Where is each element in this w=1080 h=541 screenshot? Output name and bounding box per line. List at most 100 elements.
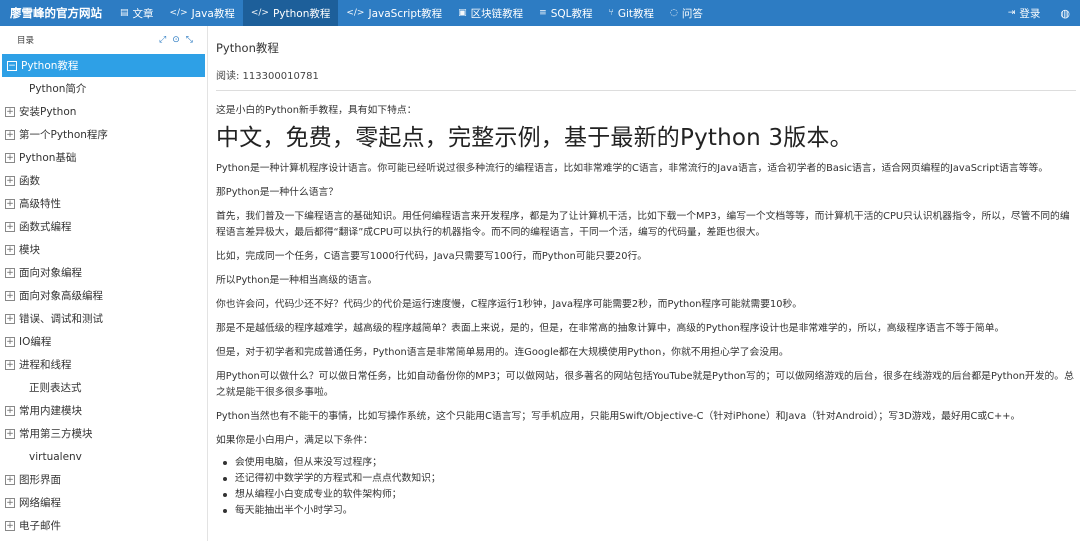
- sidebar-item-label: 常用内建模块: [19, 405, 82, 417]
- expand-toggle-icon[interactable]: +: [5, 106, 15, 117]
- expand-toggle-icon[interactable]: +: [5, 428, 15, 439]
- nav-item-label: 区块链教程: [470, 7, 524, 20]
- list-item: 想从编程小白变成专业的软件架构师；: [216, 487, 1076, 503]
- git-icon: ⑂: [608, 8, 614, 18]
- collapse-toggle-icon[interactable]: −: [7, 60, 17, 71]
- login-label: 登录: [1019, 7, 1041, 20]
- sidebar-item-label: 正则表达式: [29, 382, 82, 394]
- nav-item-label: 问答: [681, 7, 703, 20]
- paragraph: 但是，对于初学者和完成普通任务，Python语言是非常简单易用的。连Google…: [216, 347, 789, 358]
- sidebar-item[interactable]: + 安装Python: [0, 100, 207, 123]
- database-icon: ≡: [539, 8, 547, 18]
- nav-item-3[interactable]: </> JavaScript教程: [338, 0, 450, 26]
- nav-item-label: SQL教程: [550, 7, 593, 20]
- expand-icon[interactable]: ⤢: [159, 35, 166, 45]
- expand-toggle-icon[interactable]: +: [5, 244, 15, 255]
- sidebar-item[interactable]: + 函数: [0, 169, 207, 192]
- sidebar-item-label: IO编程: [19, 336, 52, 348]
- expand-toggle-icon[interactable]: +: [5, 198, 15, 209]
- paragraph: 那Python是一种什么语言？: [216, 187, 339, 198]
- paragraph: 如果你是小白用户，满足以下条件：: [216, 435, 373, 446]
- expand-toggle-icon[interactable]: +: [5, 336, 15, 347]
- sidebar-item-label: 图形界面: [19, 474, 61, 486]
- sidebar-item-label: 进程和线程: [19, 359, 72, 371]
- sidebar-item-label: 高级特性: [19, 198, 61, 210]
- article-body: Python是一种计算机程序设计语言。你可能已经听说过很多种流行的编程语言，比如…: [216, 161, 1076, 449]
- expand-toggle-icon[interactable]: +: [5, 175, 15, 186]
- code-icon: </>: [169, 8, 188, 18]
- expand-toggle-icon[interactable]: +: [5, 267, 15, 278]
- sidebar-item[interactable]: + IO编程: [0, 330, 207, 353]
- sidebar-item[interactable]: + 错误、调试和测试: [0, 307, 207, 330]
- sidebar-item[interactable]: + 进程和线程: [0, 353, 207, 376]
- sidebar-item-label: 常用第三方模块: [19, 428, 93, 440]
- nav-item-4[interactable]: ▣ 区块链教程: [450, 0, 531, 26]
- expand-toggle-icon[interactable]: +: [5, 221, 15, 232]
- code-icon: </>: [250, 8, 269, 18]
- sidebar-item[interactable]: + 面向对象高级编程: [0, 284, 207, 307]
- blockchain-icon: ▣: [458, 8, 467, 18]
- chat-icon: ◌: [670, 8, 678, 18]
- sidebar-item[interactable]: + 常用内建模块: [0, 399, 207, 422]
- paragraph: 你也许会问，代码少还不好？代码少的代价是运行速度慢，C程序运行1秒钟，Java程…: [216, 299, 803, 310]
- sidebar-item-label: Python教程: [21, 60, 79, 72]
- login-button[interactable]: ⇥ 登录: [998, 0, 1051, 26]
- sidebar: 目录 ⤢ ⊙ ⤡ − Python教程 Python简介 + 安装Python + 第一个P…: [0, 26, 208, 541]
- list-item: 会使用电脑，但从来没写过程序；: [216, 455, 1076, 471]
- expand-toggle-icon[interactable]: +: [5, 497, 15, 508]
- sidebar-item-label: 电子邮件: [19, 520, 61, 532]
- sidebar-item[interactable]: − Python教程: [2, 54, 205, 77]
- sidebar-item-label: Python基础: [19, 152, 77, 164]
- sidebar-tree: − Python教程 Python简介 + 安装Python + 第一个Python程序 + P…: [0, 54, 207, 537]
- sidebar-item[interactable]: + 电子邮件: [0, 514, 207, 537]
- expand-toggle-icon[interactable]: +: [5, 405, 15, 416]
- collapse-icon[interactable]: ⤡: [186, 35, 193, 45]
- nav-item-1[interactable]: </> Java教程: [162, 0, 243, 26]
- locate-icon[interactable]: ⊙: [172, 35, 180, 45]
- expand-toggle-icon[interactable]: +: [5, 290, 15, 301]
- main-content: Python教程 阅读: 113300010781 这是小白的Python新手教…: [216, 26, 1076, 541]
- paragraph: 用Python可以做什么？可以做日常任务，比如自动备份你的MP3；可以做网站，很…: [216, 371, 1074, 398]
- list-item: 还记得初中数学学的方程式和一点点代数知识；: [216, 471, 1076, 487]
- sidebar-item[interactable]: + 函数式编程: [0, 215, 207, 238]
- nav-item-5[interactable]: ≡ SQL教程: [531, 0, 600, 26]
- sidebar-item[interactable]: + 常用第三方模块: [0, 422, 207, 445]
- sidebar-item[interactable]: + 面向对象编程: [0, 261, 207, 284]
- sidebar-item[interactable]: virtualenv: [0, 445, 207, 468]
- sidebar-item[interactable]: + 图形界面: [0, 468, 207, 491]
- nav-item-label: JavaScript教程: [368, 7, 443, 20]
- expand-toggle-icon[interactable]: +: [5, 474, 15, 485]
- nav-item-label: 文章: [132, 7, 154, 20]
- headline: 中文，免费，零起点，完整示例，基于最新的Python 3版本。: [216, 125, 853, 151]
- expand-toggle-icon[interactable]: +: [5, 313, 15, 324]
- globe-icon[interactable]: ◍: [1050, 0, 1080, 26]
- nav-item-0[interactable]: ▤ 文章: [112, 0, 162, 26]
- nav-item-7[interactable]: ◌ 问答: [662, 0, 711, 26]
- sidebar-item[interactable]: Python简介: [0, 77, 207, 100]
- sidebar-item[interactable]: + 模块: [0, 238, 207, 261]
- paragraph: 那是不是越低级的程序越难学，越高级的程序越简单？表面上来说，是的，但是，在非常高…: [216, 323, 1005, 334]
- sidebar-item[interactable]: + 第一个Python程序: [0, 123, 207, 146]
- nav-item-2[interactable]: </> Python教程: [242, 0, 339, 26]
- nav-item-label: Java教程: [191, 7, 235, 20]
- paragraph: 所以Python是一种相当高级的语言。: [216, 275, 378, 286]
- sidebar-item[interactable]: + Python基础: [0, 146, 207, 169]
- sidebar-item-label: 函数: [19, 175, 40, 187]
- nav-item-label: Git教程: [617, 7, 655, 20]
- expand-toggle-icon[interactable]: +: [5, 129, 15, 140]
- expand-toggle-icon[interactable]: +: [5, 152, 15, 163]
- nav-item-6[interactable]: ⑂ Git教程: [600, 0, 662, 26]
- expand-toggle-icon[interactable]: +: [5, 520, 15, 531]
- sidebar-item[interactable]: + 网络编程: [0, 491, 207, 514]
- sidebar-item-label: 安装Python: [19, 106, 77, 118]
- sidebar-item-label: 模块: [19, 244, 40, 256]
- conditions-list: 会使用电脑，但从来没写过程序； 还记得初中数学学的方程式和一点点代数知识； 想从编程…: [216, 455, 1076, 519]
- intro-text: 这是小白的Python新手教程，具有如下特点：: [216, 105, 417, 116]
- site-brand[interactable]: 廖雪峰的官方网站: [0, 0, 112, 26]
- nav-item-label: Python教程: [272, 7, 331, 20]
- sidebar-item[interactable]: + 高级特性: [0, 192, 207, 215]
- sidebar-item[interactable]: 正则表达式: [0, 376, 207, 399]
- top-navbar: 廖雪峰的官方网站 ▤ 文章 </> Java教程 </> Python教程 </> JavaS…: [0, 0, 1080, 26]
- expand-toggle-icon[interactable]: +: [5, 359, 15, 370]
- paragraph: Python是一种计算机程序设计语言。你可能已经听说过很多种流行的编程语言，比如…: [216, 163, 1049, 174]
